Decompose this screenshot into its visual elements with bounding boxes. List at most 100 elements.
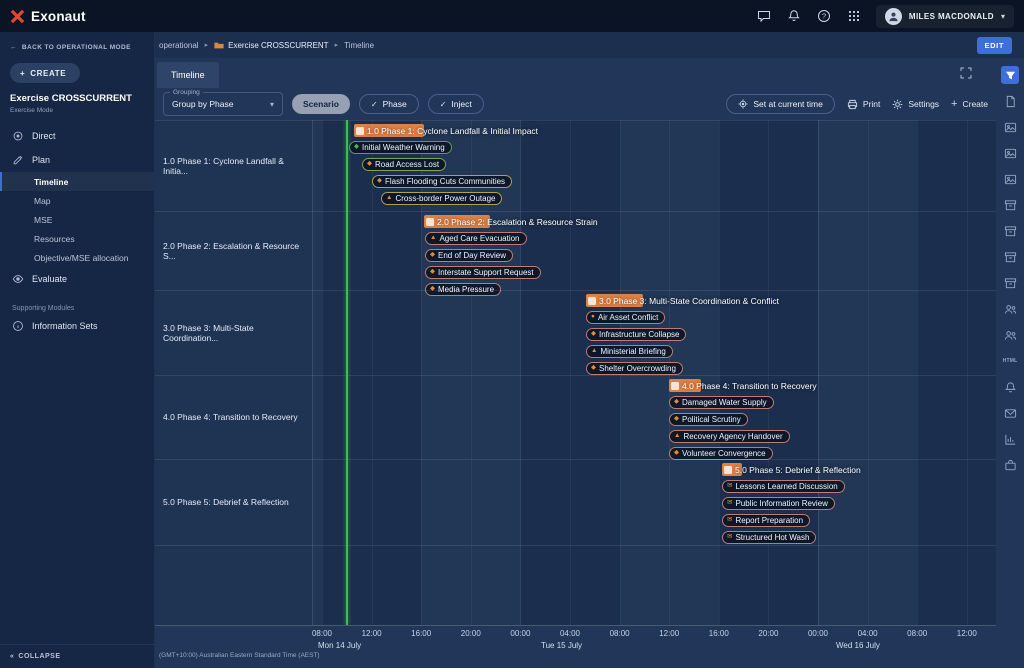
sidebar-item-evaluate[interactable]: Evaluate bbox=[0, 267, 154, 291]
card-icon-3[interactable] bbox=[1001, 170, 1019, 188]
phase-filter-chip[interactable]: ✓ Phase bbox=[359, 94, 419, 114]
plan-pencil-icon bbox=[12, 154, 24, 166]
card-icon-1[interactable] bbox=[1001, 118, 1019, 136]
sidebar-item-plan[interactable]: Plan bbox=[0, 148, 154, 172]
breadcrumb-exercise[interactable]: Exercise CROSSCURRENT bbox=[214, 41, 328, 50]
inject-pill[interactable]: ◆Flash Flooding Cuts Communities bbox=[372, 175, 512, 188]
inject-pill[interactable]: ✉Structured Hot Wash bbox=[722, 531, 816, 544]
gear-icon bbox=[892, 99, 903, 110]
phase-bar[interactable]: 5.0 Phase 5: Debrief & Reflection bbox=[722, 463, 742, 476]
inject-pill[interactable]: ▲Recovery Agency Handover bbox=[669, 430, 790, 443]
exercise-folder-icon bbox=[214, 41, 224, 50]
sidebar-item-label: Plan bbox=[32, 155, 50, 165]
html-icon[interactable]: HTML bbox=[1001, 352, 1019, 370]
inject-pill[interactable]: ◆Political Scrutiny bbox=[669, 413, 748, 426]
back-to-operational-link[interactable]: ← BACK TO OPERATIONAL MODE bbox=[0, 32, 154, 55]
sidebar-nav: Direct Plan Timeline Map MSE Resources O… bbox=[0, 124, 154, 338]
inject-label: Political Scrutiny bbox=[682, 416, 741, 424]
fullscreen-icon[interactable] bbox=[960, 66, 972, 84]
notifications-bell-icon[interactable] bbox=[786, 8, 802, 24]
phase-bar[interactable]: 1.0 Phase 1: Cyclone Landfall & Initial … bbox=[354, 124, 424, 137]
sidebar-item-label: Information Sets bbox=[32, 321, 98, 331]
sidebar-item-map[interactable]: Map bbox=[0, 191, 154, 210]
phase-bar[interactable]: 4.0 Phase 4: Transition to Recovery bbox=[669, 379, 701, 392]
settings-button[interactable]: Settings bbox=[892, 99, 939, 110]
axis-tick-label: 08:00 bbox=[907, 629, 927, 638]
apps-grid-icon[interactable] bbox=[846, 8, 862, 24]
plus-icon: + bbox=[20, 69, 25, 78]
inject-pill[interactable]: ◆Interstate Support Request bbox=[425, 266, 541, 279]
inject-pill[interactable]: ▲Aged Care Evacuation bbox=[425, 232, 527, 245]
back-label: BACK TO OPERATIONAL MODE bbox=[22, 44, 131, 51]
document-icon[interactable] bbox=[1001, 92, 1019, 110]
help-icon[interactable]: ? bbox=[816, 8, 832, 24]
bell-icon[interactable] bbox=[1001, 378, 1019, 396]
breadcrumb-separator-icon: ▸ bbox=[335, 41, 339, 49]
inject-pill[interactable]: ◆Damaged Water Supply bbox=[669, 396, 774, 409]
inject-pill[interactable]: ●Air Asset Conflict bbox=[586, 311, 665, 324]
archive-icon-3[interactable] bbox=[1001, 248, 1019, 266]
settings-label: Settings bbox=[908, 99, 939, 109]
sidebar-item-information-sets[interactable]: Information Sets bbox=[0, 314, 154, 338]
sidebar-item-resources[interactable]: Resources bbox=[0, 229, 154, 248]
inject-pill[interactable]: ▲Ministerial Briefing bbox=[586, 345, 673, 358]
inject-label: Infrastructure Collapse bbox=[599, 331, 679, 339]
axis-tick-label: 12:00 bbox=[362, 629, 382, 638]
filter-icon[interactable] bbox=[1001, 66, 1019, 84]
inject-filter-label: Inject bbox=[451, 99, 471, 109]
inject-mail-icon: ✉ bbox=[727, 517, 732, 524]
grid-band bbox=[917, 120, 996, 625]
inject-pill[interactable]: ✉Public Information Review bbox=[722, 497, 835, 510]
card-icon-2[interactable] bbox=[1001, 144, 1019, 162]
breadcrumb-timeline[interactable]: Timeline bbox=[344, 41, 374, 50]
edit-button[interactable]: EDIT bbox=[977, 37, 1012, 54]
sidebar-create-button[interactable]: + CREATE bbox=[10, 63, 80, 83]
chart-icon[interactable] bbox=[1001, 430, 1019, 448]
sidebar-item-direct[interactable]: Direct bbox=[0, 124, 154, 148]
inject-pill[interactable]: ◆Initial Weather Warning bbox=[349, 141, 452, 154]
grouping-select[interactable]: Grouping Group by Phase ▾ bbox=[163, 92, 283, 116]
archive-icon-2[interactable] bbox=[1001, 222, 1019, 240]
sidebar-item-label: Evaluate bbox=[32, 274, 67, 284]
create-button[interactable]: + Create bbox=[951, 99, 988, 110]
sidebar-item-objective-mse-allocation[interactable]: Objective/MSE allocation bbox=[0, 248, 154, 267]
archive-icon-4[interactable] bbox=[1001, 274, 1019, 292]
row-label: 5.0 Phase 5: Debrief & Reflection bbox=[155, 459, 313, 545]
archive-icon-1[interactable] bbox=[1001, 196, 1019, 214]
mail-icon[interactable] bbox=[1001, 404, 1019, 422]
sidebar-item-timeline[interactable]: Timeline bbox=[0, 172, 154, 191]
scenario-chip[interactable]: Scenario bbox=[292, 94, 350, 114]
exercise-mode-label: Exercise Mode bbox=[10, 107, 144, 114]
set-at-current-time-button[interactable]: Set at current time bbox=[726, 94, 834, 114]
row-separator bbox=[155, 545, 996, 546]
user-menu[interactable]: MILES MACDONALD ▾ bbox=[876, 5, 1014, 28]
inject-pill[interactable]: ✉Report Preparation bbox=[722, 514, 810, 527]
inject-pill[interactable]: ◆End of Day Review bbox=[425, 249, 513, 262]
inject-pill[interactable]: ◆Road Access Lost bbox=[362, 158, 446, 171]
inject-pill[interactable]: ◆Infrastructure Collapse bbox=[586, 328, 686, 341]
axis-tick-label: 16:00 bbox=[411, 629, 431, 638]
inject-pill[interactable]: ✉Lessons Learned Discussion bbox=[722, 480, 845, 493]
timeline-chart: 1.0 Phase 1: Cyclone Landfall & Initia..… bbox=[155, 120, 996, 625]
create-label: Create bbox=[962, 99, 988, 109]
inject-filter-chip[interactable]: ✓ Inject bbox=[428, 94, 484, 114]
inject-pill[interactable]: ◆Shelter Overcrowding bbox=[586, 362, 683, 375]
topbar-actions: ? MILES MACDONALD ▾ bbox=[756, 5, 1014, 28]
inject-pill[interactable]: ▲Cross-border Power Outage bbox=[381, 192, 502, 205]
inject-diamond-icon: ◆ bbox=[354, 144, 359, 151]
phase-bar[interactable]: 3.0 Phase 3: Multi-State Coordination & … bbox=[586, 294, 643, 307]
users-icon-1[interactable] bbox=[1001, 300, 1019, 318]
inject-diamond-icon: ◆ bbox=[674, 399, 679, 406]
briefcase-icon[interactable] bbox=[1001, 456, 1019, 474]
axis-tick-label: 20:00 bbox=[461, 629, 481, 638]
phase-bar[interactable]: 2.0 Phase 2: Escalation & Resource Strai… bbox=[424, 215, 490, 228]
users-icon-2[interactable] bbox=[1001, 326, 1019, 344]
tab-timeline[interactable]: Timeline bbox=[157, 62, 219, 88]
collapse-label: COLLAPSE bbox=[18, 653, 60, 660]
chat-icon[interactable] bbox=[756, 8, 772, 24]
breadcrumb-operational[interactable]: operational bbox=[159, 41, 199, 50]
sidebar-item-mse[interactable]: MSE bbox=[0, 210, 154, 229]
collapse-sidebar-button[interactable]: « COLLAPSE bbox=[0, 644, 154, 668]
axis-day-label: Mon 14 July bbox=[318, 641, 361, 650]
print-button[interactable]: Print bbox=[847, 99, 880, 110]
